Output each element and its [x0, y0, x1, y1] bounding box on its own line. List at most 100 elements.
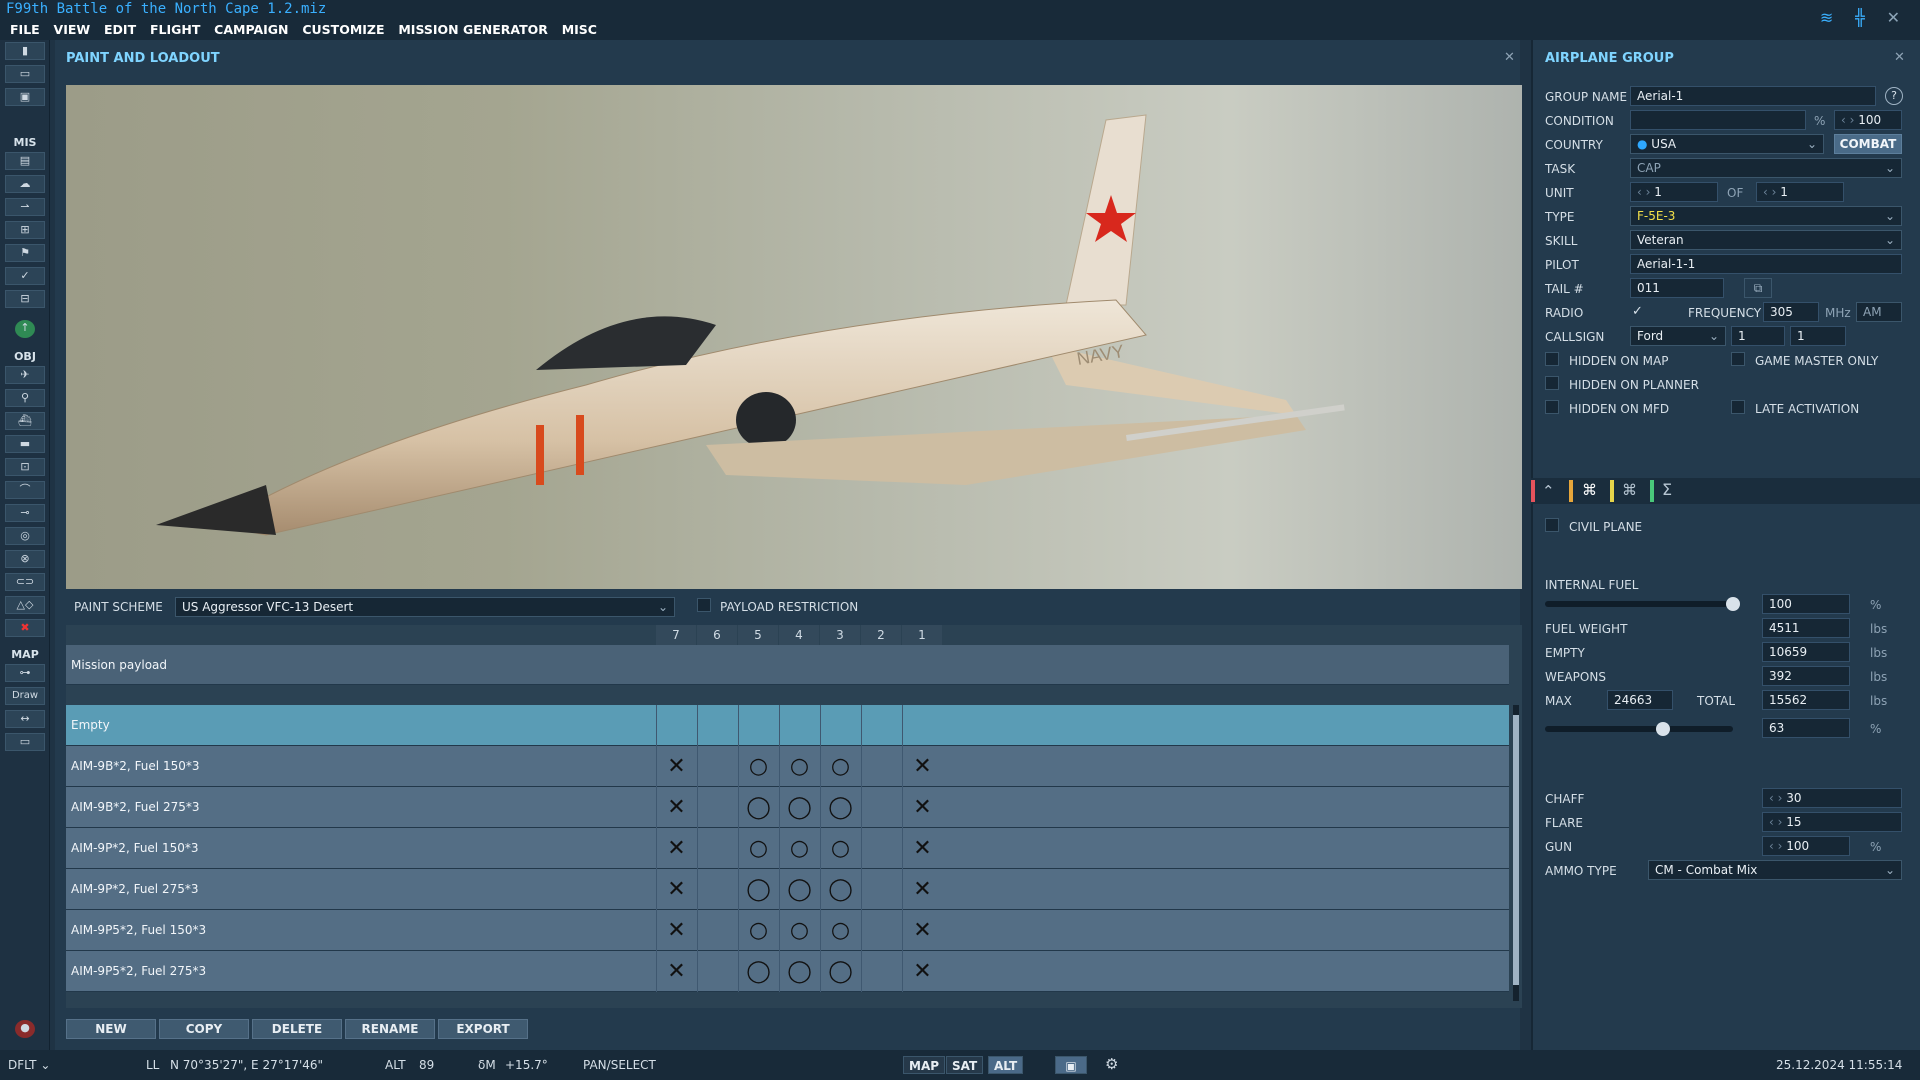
open-file-icon[interactable]: ▭ [5, 65, 45, 83]
menu-misc[interactable]: MISC [562, 20, 597, 40]
game-master-only-checkbox[interactable] [1731, 352, 1745, 366]
pylon-cell[interactable] [697, 705, 737, 746]
table-scrollbar[interactable] [1513, 705, 1519, 1001]
pylon-cell[interactable]: ✕ [902, 951, 942, 992]
pylon-cell[interactable]: ◯ [779, 951, 819, 992]
route-icon[interactable]: ⇀ [5, 198, 45, 216]
payload-restriction-checkbox[interactable] [697, 598, 711, 612]
pylon-cell[interactable]: ◯ [779, 869, 819, 910]
target-icon[interactable]: ◎ [5, 527, 45, 545]
stepper-icon[interactable]: ‹ › [1637, 185, 1654, 199]
menu-flight[interactable]: FLIGHT [150, 20, 200, 40]
condition-input[interactable]: ‹ › 100 [1834, 110, 1902, 130]
stepper-icon[interactable]: ‹ › [1769, 791, 1786, 805]
menu-view[interactable]: VIEW [54, 20, 91, 40]
pylon-cell[interactable]: ◯ [820, 787, 860, 828]
close-icon[interactable]: ✕ [1894, 50, 1905, 65]
hidden-on-planner-checkbox[interactable] [1545, 376, 1559, 390]
vehicle-icon[interactable]: ▬ [5, 435, 45, 453]
wifi-icon[interactable]: ≋ [1820, 8, 1833, 27]
delete-icon[interactable]: ✖ [5, 619, 45, 637]
paint-scheme-select[interactable]: US Aggressor VFC-13 Desert ⌄ [175, 597, 675, 617]
stepper-icon[interactable]: ‹ › [1841, 113, 1858, 127]
condition-slider[interactable] [1630, 110, 1806, 130]
new-file-icon[interactable]: ▮ [5, 42, 45, 60]
pylon-cell[interactable] [902, 705, 942, 746]
trigger-zone-icon[interactable]: ⊞ [5, 221, 45, 239]
pylon-cell[interactable]: ○ [779, 746, 819, 787]
table-row[interactable]: AIM-9P5*2, Fuel 150*3 ✕ ○ ○ ○ ✕ [66, 910, 1509, 951]
shapes-icon[interactable]: △◇ [5, 596, 45, 614]
pylon-cell[interactable]: ✕ [902, 746, 942, 787]
triggers-icon[interactable]: ⊟ [5, 290, 45, 308]
map-layer-icon[interactable]: ▣ [1055, 1056, 1087, 1074]
pylon-cell[interactable]: ○ [820, 746, 860, 787]
hidden-on-mfd-checkbox[interactable] [1545, 400, 1559, 414]
pylon-cell[interactable]: ✕ [656, 828, 696, 869]
pylon-cell[interactable] [697, 951, 737, 992]
pylon-cell[interactable] [697, 787, 737, 828]
tab-summary[interactable]: Σ [1662, 480, 1672, 499]
menu-edit[interactable]: EDIT [104, 20, 136, 40]
pylon-cell[interactable]: ○ [779, 828, 819, 869]
pylon-cell[interactable]: ○ [779, 910, 819, 951]
stepper-icon[interactable]: ‹ › [1763, 185, 1780, 199]
pylon-cell[interactable] [779, 705, 819, 746]
briefing-icon[interactable]: ▤ [5, 152, 45, 170]
scrollbar-thumb[interactable] [1513, 715, 1519, 985]
pylon-cell[interactable]: ◯ [738, 951, 778, 992]
of-stepper[interactable]: ‹ › 1 [1756, 182, 1844, 202]
chaff-stepper[interactable]: ‹ › 30 [1762, 788, 1902, 808]
antenna-icon[interactable]: ╬ [1855, 8, 1865, 27]
civil-plane-checkbox[interactable] [1545, 518, 1559, 532]
table-row[interactable]: AIM-9B*2, Fuel 275*3 ✕ ◯ ◯ ◯ ✕ [66, 787, 1509, 828]
pylon-cell[interactable]: ○ [820, 828, 860, 869]
tab-payload-icon[interactable]: ⌘ [1582, 481, 1597, 499]
skill-select[interactable]: Veteran ⌄ [1630, 230, 1902, 250]
ship-icon[interactable]: ⛴ [5, 412, 45, 430]
pylon-cell[interactable] [861, 787, 901, 828]
draw-button[interactable]: Draw [5, 687, 45, 705]
rename-button[interactable]: RENAME [345, 1019, 435, 1039]
close-icon[interactable]: ✕ [1504, 50, 1515, 65]
delete-button[interactable]: DELETE [252, 1019, 342, 1039]
pylon-cell[interactable] [861, 746, 901, 787]
pylon-cell[interactable]: ◯ [820, 951, 860, 992]
callsign-select[interactable]: Ford ⌄ [1630, 326, 1726, 346]
pylon-cell[interactable]: ✕ [902, 910, 942, 951]
export-button[interactable]: EXPORT [438, 1019, 528, 1039]
screen-icon[interactable]: ▭ [5, 733, 45, 751]
hidden-on-map-checkbox[interactable] [1545, 352, 1559, 366]
menu-mission-generator[interactable]: MISSION GENERATOR [398, 20, 548, 40]
late-activation-checkbox[interactable] [1731, 400, 1745, 414]
pylon-cell[interactable]: ✕ [902, 869, 942, 910]
tab-route-icon[interactable]: ⌃ [1542, 482, 1555, 500]
map-button[interactable]: MAP [903, 1056, 946, 1074]
stepper-icon[interactable]: ‹ › [1769, 815, 1786, 829]
callsign-number-1[interactable]: 1 [1731, 326, 1785, 346]
internal-fuel-input[interactable]: 100 [1762, 594, 1850, 614]
pylon-cell[interactable]: ◯ [820, 869, 860, 910]
frequency-input[interactable]: 305 [1763, 302, 1819, 322]
pylon-cell[interactable] [697, 910, 737, 951]
pylon-cell[interactable] [697, 746, 737, 787]
copy-icon[interactable]: ⧉ [1744, 278, 1772, 298]
pylon-cell[interactable]: ✕ [656, 910, 696, 951]
radio-checkbox[interactable]: ✓ [1632, 304, 1643, 319]
new-button[interactable]: NEW [66, 1019, 156, 1039]
sat-button[interactable]: SAT [946, 1056, 984, 1074]
group-icon[interactable]: ⊂⊃ [5, 573, 45, 591]
pylon-cell[interactable] [656, 705, 696, 746]
menu-file[interactable]: FILE [10, 20, 40, 40]
stepper-icon[interactable]: ‹ › [1769, 839, 1786, 853]
task-select[interactable]: CAP ⌄ [1630, 158, 1902, 178]
country-select[interactable]: ● USA ⌄ [1630, 134, 1824, 154]
pylon-cell[interactable]: ✕ [656, 869, 696, 910]
pylon-cell[interactable]: ✕ [656, 787, 696, 828]
save-file-icon[interactable]: ▣ [5, 88, 45, 106]
copy-button[interactable]: COPY [159, 1019, 249, 1039]
help-icon[interactable]: ? [1885, 87, 1903, 105]
pylon-cell[interactable] [861, 951, 901, 992]
template-icon[interactable]: ⊸ [5, 504, 45, 522]
type-select[interactable]: F-5E-3 ⌄ [1630, 206, 1902, 226]
